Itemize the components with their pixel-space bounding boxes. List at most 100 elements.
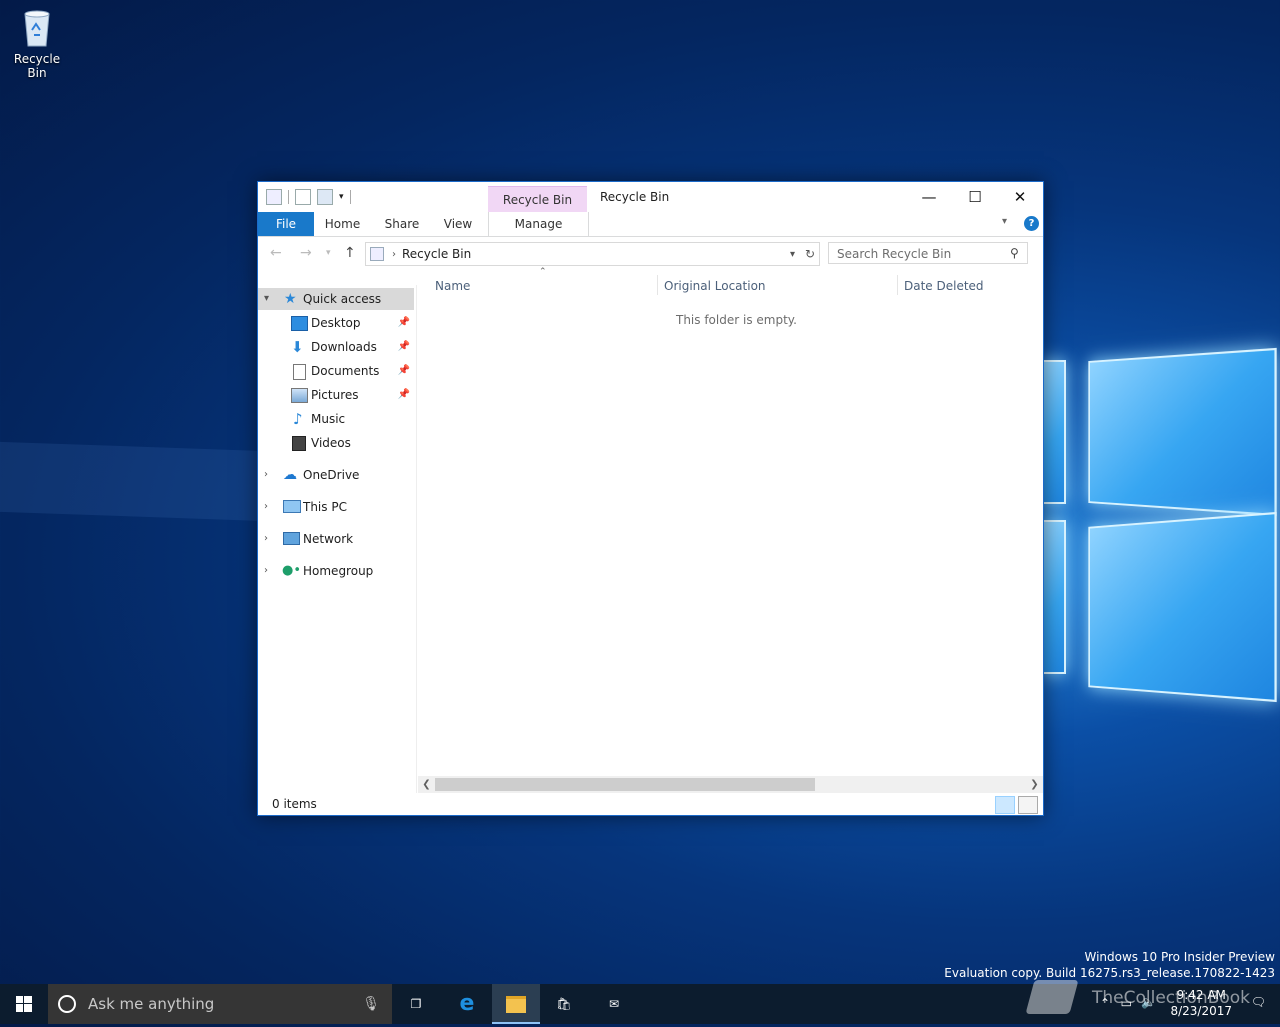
- windows-logo-wallpaper: [1040, 330, 1280, 710]
- qat-separator-2: [350, 190, 351, 204]
- scroll-left-icon[interactable]: ❮: [418, 776, 435, 793]
- windows-start-icon: [0, 984, 48, 1024]
- expand-chevron-icon[interactable]: ›: [264, 528, 268, 550]
- cortana-circle-icon: [58, 995, 76, 1013]
- up-button[interactable]: ↑: [344, 245, 356, 261]
- quick-access-toolbar: ▾: [266, 189, 351, 205]
- nav-homegroup[interactable]: › ●• Homegroup: [258, 560, 414, 582]
- tab-view[interactable]: View: [438, 212, 478, 236]
- title-bar[interactable]: ▾ Recycle Bin Tools Recycle Bin — ☐ ✕: [258, 182, 1043, 212]
- film-icon: [292, 436, 306, 451]
- nav-music[interactable]: ♪ Music: [258, 408, 414, 430]
- edge-icon: e: [460, 991, 475, 1016]
- recycle-bin-small-icon: [266, 189, 282, 205]
- details-view-icon[interactable]: [995, 796, 1015, 814]
- expand-chevron-icon[interactable]: ›: [264, 464, 268, 486]
- pin-icon: 📌: [398, 312, 410, 334]
- nav-network[interactable]: › Network: [258, 528, 414, 550]
- recycle-bin-icon: [19, 8, 55, 48]
- desktop-folder-icon: [291, 316, 308, 331]
- homegroup-icon: ●•: [282, 560, 297, 573]
- collapse-chevron-icon[interactable]: ▾: [264, 288, 269, 310]
- expand-ribbon-icon[interactable]: ▾: [1002, 216, 1007, 227]
- minimize-button[interactable]: —: [906, 182, 952, 212]
- horizontal-scrollbar[interactable]: ❮ ❯: [418, 776, 1043, 793]
- search-icon: ⚲: [1010, 246, 1019, 260]
- document-icon: [293, 364, 306, 380]
- navigation-pane: ▾ ★ Quick access Desktop 📌 ⬇ Downloads 📌…: [258, 285, 417, 793]
- pin-icon: 📌: [398, 360, 410, 382]
- cloud-icon: ☁: [283, 464, 298, 477]
- column-header-date-deleted[interactable]: Date Deleted: [904, 279, 984, 293]
- context-tab-group-label: Recycle Bin Tools: [488, 186, 587, 213]
- help-icon[interactable]: ?: [1024, 216, 1039, 231]
- nav-desktop[interactable]: Desktop 📌: [258, 312, 414, 334]
- nav-this-pc[interactable]: › This PC: [258, 496, 414, 518]
- file-list-pane[interactable]: ⌃ Name Original Location Date Deleted Th…: [418, 269, 1043, 793]
- forward-button[interactable]: →: [300, 245, 312, 261]
- sort-indicator-icon: ⌃: [539, 267, 547, 277]
- nav-quick-access[interactable]: ▾ ★ Quick access: [258, 288, 414, 310]
- download-arrow-icon: ⬇: [291, 336, 306, 349]
- column-header-original-location[interactable]: Original Location: [664, 279, 766, 293]
- microphone-icon[interactable]: 🎙: [362, 984, 380, 1024]
- search-input[interactable]: Search Recycle Bin: [828, 242, 1028, 264]
- nav-downloads[interactable]: ⬇ Downloads 📌: [258, 336, 414, 358]
- store-icon: 🛍: [556, 997, 571, 1011]
- nav-onedrive[interactable]: › ☁ OneDrive: [258, 464, 414, 486]
- mail-button[interactable]: ✉: [590, 984, 638, 1024]
- desktop-recycle-bin[interactable]: Recycle Bin: [4, 8, 70, 80]
- scrollbar-thumb[interactable]: [435, 778, 815, 791]
- overlay-brand: TheCollectionBook: [1030, 970, 1280, 1024]
- book-logo-icon: [1025, 980, 1078, 1014]
- file-explorer-button[interactable]: [492, 984, 540, 1024]
- address-bar[interactable]: › Recycle Bin ▾ ↻: [365, 242, 820, 266]
- nav-videos[interactable]: Videos: [258, 432, 414, 454]
- expand-chevron-icon[interactable]: ›: [264, 496, 268, 518]
- desktop-icon-label: Recycle Bin: [4, 52, 70, 80]
- network-icon: [283, 532, 300, 545]
- address-dropdown-icon[interactable]: ▾: [790, 249, 795, 260]
- mail-icon: ✉: [609, 997, 619, 1011]
- large-icons-view-icon[interactable]: [1018, 796, 1038, 814]
- scroll-right-icon[interactable]: ❯: [1026, 776, 1043, 793]
- item-count: 0 items: [272, 797, 317, 811]
- new-folder-icon[interactable]: [317, 189, 333, 205]
- column-divider[interactable]: [897, 275, 898, 295]
- cortana-search-box[interactable]: Ask me anything 🎙: [48, 984, 392, 1024]
- nav-pictures[interactable]: Pictures 📌: [258, 384, 414, 406]
- back-button[interactable]: ←: [270, 245, 282, 261]
- task-view-button[interactable]: ❐: [392, 984, 440, 1024]
- explorer-window[interactable]: ▾ Recycle Bin Tools Recycle Bin — ☐ ✕ Fi…: [257, 181, 1044, 816]
- start-button[interactable]: [0, 984, 48, 1024]
- expand-chevron-icon[interactable]: ›: [264, 560, 268, 582]
- edge-button[interactable]: e: [443, 984, 491, 1024]
- music-note-icon: ♪: [293, 408, 308, 421]
- computer-icon: [283, 500, 301, 513]
- window-title: Recycle Bin: [600, 190, 669, 204]
- pin-icon: 📌: [398, 336, 410, 358]
- recent-locations-button[interactable]: ▾: [326, 248, 331, 258]
- refresh-icon[interactable]: ↻: [805, 247, 815, 261]
- properties-icon[interactable]: [295, 189, 311, 205]
- nav-documents[interactable]: Documents 📌: [258, 360, 414, 382]
- qat-dropdown-icon[interactable]: ▾: [339, 192, 344, 202]
- star-icon: ★: [284, 288, 299, 301]
- column-header-name[interactable]: Name: [435, 279, 470, 293]
- store-button[interactable]: 🛍: [540, 984, 588, 1024]
- tab-share[interactable]: Share: [378, 212, 426, 236]
- task-view-icon: ❐: [411, 997, 422, 1011]
- close-button[interactable]: ✕: [997, 182, 1043, 212]
- tab-home[interactable]: Home: [320, 212, 365, 236]
- navigation-bar: ← → ▾ ↑ › Recycle Bin ▾ ↻ Search Recycle…: [258, 237, 1043, 269]
- maximize-button[interactable]: ☐: [952, 182, 998, 212]
- recycle-bin-location-icon: [370, 247, 384, 261]
- pin-icon: 📌: [398, 384, 410, 406]
- tab-manage[interactable]: Manage: [488, 212, 589, 236]
- breadcrumb[interactable]: Recycle Bin: [402, 247, 471, 261]
- column-divider[interactable]: [657, 275, 658, 295]
- tab-file[interactable]: File: [258, 212, 314, 236]
- status-bar: 0 items: [258, 793, 1043, 815]
- breadcrumb-separator-icon[interactable]: ›: [392, 249, 396, 260]
- qat-separator: [288, 190, 289, 204]
